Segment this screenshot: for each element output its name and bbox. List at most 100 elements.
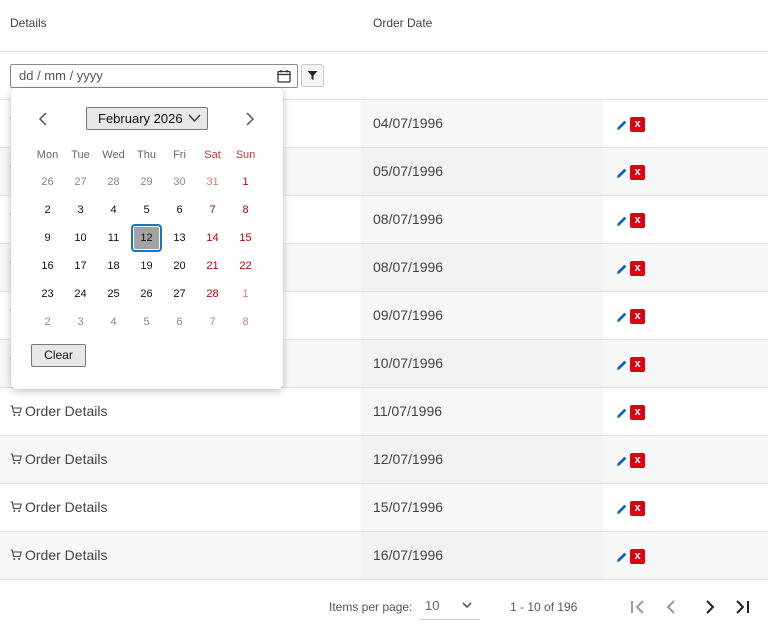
previous-month-button[interactable] [35, 111, 51, 127]
day-number: 26 [41, 176, 54, 188]
month-year-select[interactable]: February 2026 [86, 107, 208, 130]
calendar-day[interactable]: 3 [64, 308, 97, 336]
calendar-day[interactable]: 18 [97, 252, 130, 280]
last-page-button[interactable] [732, 597, 752, 617]
calendar-day[interactable]: 11 [97, 224, 130, 252]
table-row[interactable]: Order Details 16/07/1996 x [0, 532, 768, 580]
calendar-day[interactable]: 26 [31, 168, 64, 196]
edit-icon[interactable] [616, 167, 628, 179]
calendar-day[interactable]: 15 [229, 224, 262, 252]
order-details-link[interactable]: Order Details [10, 403, 107, 419]
column-header-order-date[interactable]: Order Date [373, 16, 432, 30]
order-details-link[interactable]: Order Details [10, 547, 107, 563]
delete-button[interactable]: x [630, 213, 645, 228]
calendar-day[interactable]: 28 [97, 168, 130, 196]
day-number: 2 [44, 316, 51, 328]
delete-button[interactable]: x [630, 501, 645, 516]
calendar-day[interactable]: 21 [196, 252, 229, 280]
day-number: 8 [242, 316, 249, 328]
column-header-details[interactable]: Details [10, 16, 47, 30]
order-date-value: 05/07/1996 [373, 163, 444, 179]
calendar-day[interactable]: 6 [163, 196, 196, 224]
calendar-day[interactable]: 5 [130, 308, 163, 336]
calendar-day[interactable]: 1 [229, 168, 262, 196]
clear-button[interactable]: Clear [31, 344, 86, 367]
calendar-day[interactable]: 4 [97, 308, 130, 336]
row-actions: x [616, 213, 645, 228]
calendar-day[interactable]: 9 [31, 224, 64, 252]
calendar-day[interactable]: 16 [31, 252, 64, 280]
calendar-day[interactable]: 29 [130, 168, 163, 196]
calendar-icon[interactable] [277, 69, 291, 83]
calendar-day[interactable]: 6 [163, 308, 196, 336]
row-actions: x [616, 549, 645, 564]
edit-icon[interactable] [616, 407, 628, 419]
edit-icon[interactable] [616, 503, 628, 515]
calendar-day[interactable]: 25 [97, 280, 130, 308]
edit-icon[interactable] [616, 359, 628, 371]
order-date-cell: 09/07/1996 [361, 292, 603, 339]
calendar-day[interactable]: 26 [130, 280, 163, 308]
delete-button[interactable]: x [630, 117, 645, 132]
weekday-label: Sun [235, 149, 256, 161]
calendar-day[interactable]: 14 [196, 224, 229, 252]
filter-button[interactable] [301, 64, 324, 87]
next-month-button[interactable] [242, 111, 258, 127]
calendar-day[interactable]: 17 [64, 252, 97, 280]
day-number: 20 [173, 260, 186, 272]
day-number: 13 [173, 232, 186, 244]
row-actions: x [616, 117, 645, 132]
calendar-day[interactable]: 19 [130, 252, 163, 280]
calendar-day[interactable]: 28 [196, 280, 229, 308]
calendar-day[interactable]: 13 [163, 224, 196, 252]
calendar-day[interactable]: 10 [64, 224, 97, 252]
selected-day[interactable]: 12 [130, 224, 163, 252]
calendar-day[interactable]: 2 [31, 196, 64, 224]
day-number: 19 [140, 260, 153, 272]
calendar-day[interactable]: 23 [31, 280, 64, 308]
calendar-day[interactable]: 20 [163, 252, 196, 280]
calendar-day[interactable]: 27 [64, 168, 97, 196]
calendar-day[interactable]: 1 [229, 280, 262, 308]
actions-cell: x [603, 532, 768, 579]
edit-icon[interactable] [616, 455, 628, 467]
table-row[interactable]: Order Details 12/07/1996 x [0, 436, 768, 484]
calendar-day[interactable]: 24 [64, 280, 97, 308]
calendar-day[interactable]: 27 [163, 280, 196, 308]
previous-page-button[interactable] [661, 597, 681, 617]
next-page-button[interactable] [700, 597, 720, 617]
table-row[interactable]: Order Details 15/07/1996 x [0, 484, 768, 532]
first-page-button[interactable] [628, 597, 648, 617]
order-details-link[interactable]: Order Details [10, 451, 107, 467]
delete-button[interactable]: x [630, 357, 645, 372]
calendar-day[interactable]: 5 [130, 196, 163, 224]
calendar-day[interactable]: 2 [31, 308, 64, 336]
calendar-day[interactable]: 30 [163, 168, 196, 196]
delete-button[interactable]: x [630, 165, 645, 180]
edit-icon[interactable] [616, 215, 628, 227]
calendar-day[interactable]: 4 [97, 196, 130, 224]
delete-button[interactable]: x [630, 309, 645, 324]
delete-button[interactable]: x [630, 405, 645, 420]
calendar-day[interactable]: 22 [229, 252, 262, 280]
calendar-day[interactable]: 7 [196, 196, 229, 224]
items-per-page-select[interactable]: 10 [420, 592, 480, 620]
items-per-page-value: 10 [425, 598, 440, 613]
edit-icon[interactable] [616, 551, 628, 563]
calendar-day[interactable]: 31 [196, 168, 229, 196]
delete-button[interactable]: x [630, 261, 645, 276]
order-date-filter-input[interactable]: dd / mm / yyyy [10, 64, 298, 88]
table-row[interactable]: Order Details 11/07/1996 x [0, 388, 768, 436]
delete-button[interactable]: x [630, 549, 645, 564]
edit-icon[interactable] [616, 119, 628, 131]
calendar-day[interactable]: 8 [229, 308, 262, 336]
calendar-day[interactable]: 7 [196, 308, 229, 336]
calendar-day[interactable]: 8 [229, 196, 262, 224]
edit-icon[interactable] [616, 311, 628, 323]
delete-button[interactable]: x [630, 453, 645, 468]
order-details-link[interactable]: Order Details [10, 499, 107, 515]
actions-cell: x [603, 340, 768, 387]
calendar-day[interactable]: 3 [64, 196, 97, 224]
day-number: 6 [176, 316, 183, 328]
edit-icon[interactable] [616, 263, 628, 275]
